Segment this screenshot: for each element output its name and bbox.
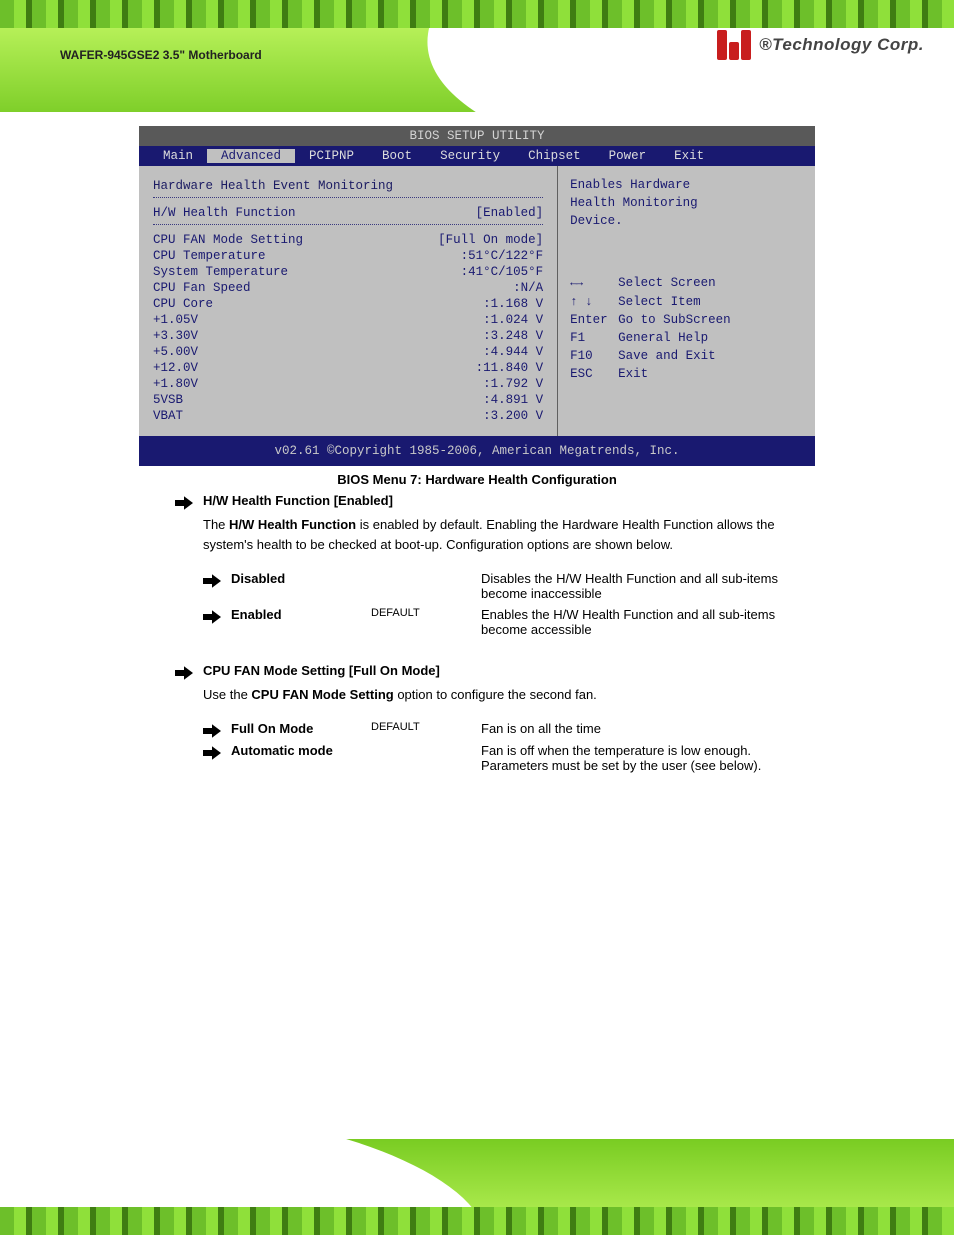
bios-nav-hint: ←→Select Screen <box>570 274 803 292</box>
decor-bottom-gradient <box>0 1139 954 1207</box>
bios-left-panel: Hardware Health Event Monitoring H/W Hea… <box>139 166 558 436</box>
option-value: Automatic modeFan is off when the temper… <box>203 743 815 773</box>
bios-right-panel: Enables Hardware Health Monitoring Devic… <box>558 166 815 436</box>
bios-row: CPU FAN Mode Setting[Full On mode] <box>153 232 543 248</box>
bios-row: CPU Fan Speed:N/A <box>153 280 543 296</box>
option-value: EnabledDEFAULTEnables the H/W Health Fun… <box>203 607 815 637</box>
bios-row: CPU Core:1.168 V <box>153 296 543 312</box>
bios-row: H/W Health Function[Enabled] <box>153 205 543 221</box>
bios-row: System Temperature:41°C/105°F <box>153 264 543 280</box>
option-description: Use the CPU FAN Mode Setting option to c… <box>203 685 815 705</box>
bios-help-text: Enables Hardware Health Monitoring Devic… <box>570 176 803 230</box>
arrow-right-icon <box>175 666 193 682</box>
bios-row: +1.05V:1.024 V <box>153 312 543 328</box>
arrow-right-icon <box>203 610 221 626</box>
vendor-logo: ®Technology Corp. <box>717 30 924 60</box>
vendor-logo-text: ®Technology Corp. <box>759 35 924 55</box>
option-value: Full On ModeDEFAULTFan is on all the tim… <box>203 721 815 737</box>
body-content: BIOS Menu 7: Hardware Health Configurati… <box>139 458 815 793</box>
option-description: The H/W Health Function is enabled by de… <box>203 515 815 555</box>
bios-tab-advanced: Advanced <box>207 149 295 163</box>
bios-nav-hint: ESCExit <box>570 365 803 383</box>
arrow-right-icon <box>203 724 221 740</box>
page: ®Technology Corp. WAFER-945GSE2 3.5" Mot… <box>0 0 954 1235</box>
bios-row: VBAT:3.200 V <box>153 408 543 424</box>
bios-row: +3.30V:3.248 V <box>153 328 543 344</box>
arrow-lr-icon: ←→ <box>570 274 608 292</box>
logo-icon <box>717 30 751 60</box>
bios-title: BIOS SETUP UTILITY <box>139 126 815 146</box>
bios-tab-power: Power <box>595 149 661 163</box>
bios-row: 5VSB:4.891 V <box>153 392 543 408</box>
decor-top-strip <box>0 0 954 28</box>
bios-nav-hint: EnterGo to SubScreen <box>570 311 803 329</box>
decor-bottom-strip <box>0 1207 954 1235</box>
bios-nav-hint: F1General Help <box>570 329 803 347</box>
bios-tab-security: Security <box>426 149 514 163</box>
option-heading: H/W Health Function [Enabled] <box>175 493 815 509</box>
bios-tabs: MainAdvancedPCIPNPBootSecurityChipsetPow… <box>139 146 815 166</box>
bios-row: +5.00V:4.944 V <box>153 344 543 360</box>
bios-screenshot: BIOS SETUP UTILITY MainAdvancedPCIPNPBoo… <box>139 126 815 466</box>
bios-tab-pcipnp: PCIPNP <box>295 149 368 163</box>
arrow-right-icon <box>203 746 221 762</box>
bios-tab-main: Main <box>149 149 207 163</box>
option-section: H/W Health Function [Enabled] The H/W Hea… <box>139 493 815 657</box>
bios-nav-hint: F10Save and Exit <box>570 347 803 365</box>
option-section: CPU FAN Mode Setting [Full On Mode] Use t… <box>139 663 815 793</box>
figure-caption: BIOS Menu 7: Hardware Health Configurati… <box>139 472 815 487</box>
page-title: WAFER-945GSE2 3.5" Motherboard <box>60 48 262 62</box>
arrow-ud-icon: ↑ ↓ <box>570 293 608 311</box>
bios-tab-exit: Exit <box>660 149 718 163</box>
bios-tab-boot: Boot <box>368 149 426 163</box>
bios-row: CPU Temperature:51°C/122°F <box>153 248 543 264</box>
bios-section-heading: Hardware Health Event Monitoring <box>153 178 543 194</box>
option-heading: CPU FAN Mode Setting [Full On Mode] <box>175 663 815 679</box>
bios-row: +12.0V:11.840 V <box>153 360 543 376</box>
arrow-right-icon <box>203 574 221 590</box>
arrow-right-icon <box>175 496 193 512</box>
option-value: DisabledDisables the H/W Health Function… <box>203 571 815 601</box>
bios-row: +1.80V:1.792 V <box>153 376 543 392</box>
bios-nav-hint: ↑ ↓Select Item <box>570 293 803 311</box>
bios-tab-chipset: Chipset <box>514 149 595 163</box>
